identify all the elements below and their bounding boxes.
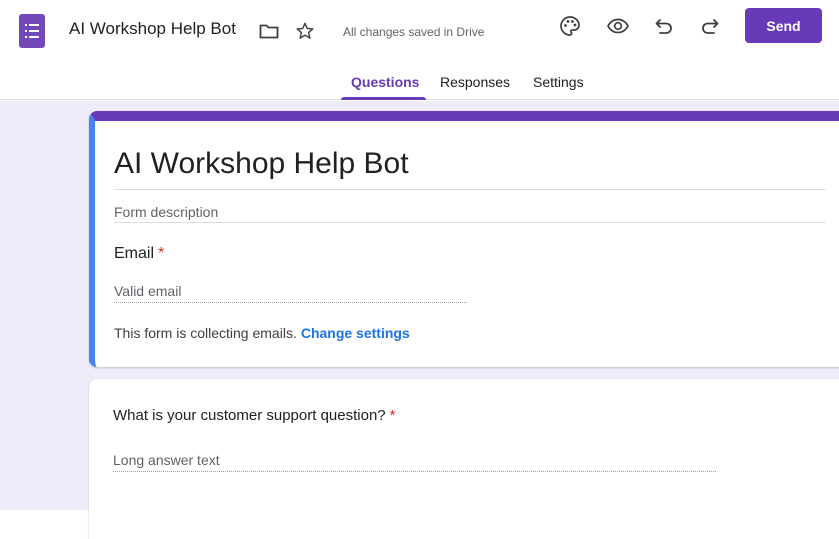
question-card[interactable]: What is your customer support question? *… (89, 379, 839, 539)
email-underline (114, 302, 467, 303)
long-answer-field[interactable]: Long answer text (113, 452, 220, 468)
redo-icon[interactable] (698, 14, 722, 38)
form-heading[interactable]: AI Workshop Help Bot (114, 147, 409, 181)
answer-underline (113, 471, 716, 472)
tab-responses[interactable]: Responses (440, 73, 510, 100)
saved-status: All changes saved in Drive (343, 25, 485, 39)
email-label-text: Email (114, 245, 155, 262)
title-underline (114, 189, 826, 190)
required-mark: * (158, 245, 165, 262)
question-title: What is your customer support question? * (113, 407, 395, 424)
form-title[interactable]: AI Workshop Help Bot (69, 19, 236, 39)
undo-icon[interactable] (652, 14, 676, 38)
top-bar: AI Workshop Help Bot All changes saved i… (0, 0, 839, 100)
star-icon[interactable] (295, 21, 315, 41)
tab-settings[interactable]: Settings (533, 73, 584, 100)
form-header-card[interactable]: AI Workshop Help Bot Form description Em… (89, 111, 839, 367)
folder-icon[interactable] (259, 23, 279, 39)
tab-bar: Questions Responses Settings (0, 73, 839, 100)
email-field[interactable]: Valid email (114, 283, 181, 299)
collecting-emails-text: This form is collecting emails. (114, 325, 297, 341)
question-title-text: What is your customer support question? (113, 407, 386, 424)
email-label: Email * (114, 245, 164, 263)
change-settings-link[interactable]: Change settings (301, 325, 410, 341)
tab-questions[interactable]: Questions (351, 73, 419, 100)
palette-icon[interactable] (558, 14, 582, 38)
send-button[interactable]: Send (745, 8, 822, 43)
description-underline (114, 222, 826, 223)
forms-app-icon[interactable] (19, 14, 45, 48)
required-mark: * (389, 407, 396, 424)
form-description-input[interactable]: Form description (114, 204, 218, 220)
collecting-emails-notice: This form is collecting emails. Change se… (114, 325, 410, 341)
eye-icon[interactable] (606, 14, 630, 38)
active-tab-indicator (341, 97, 426, 100)
